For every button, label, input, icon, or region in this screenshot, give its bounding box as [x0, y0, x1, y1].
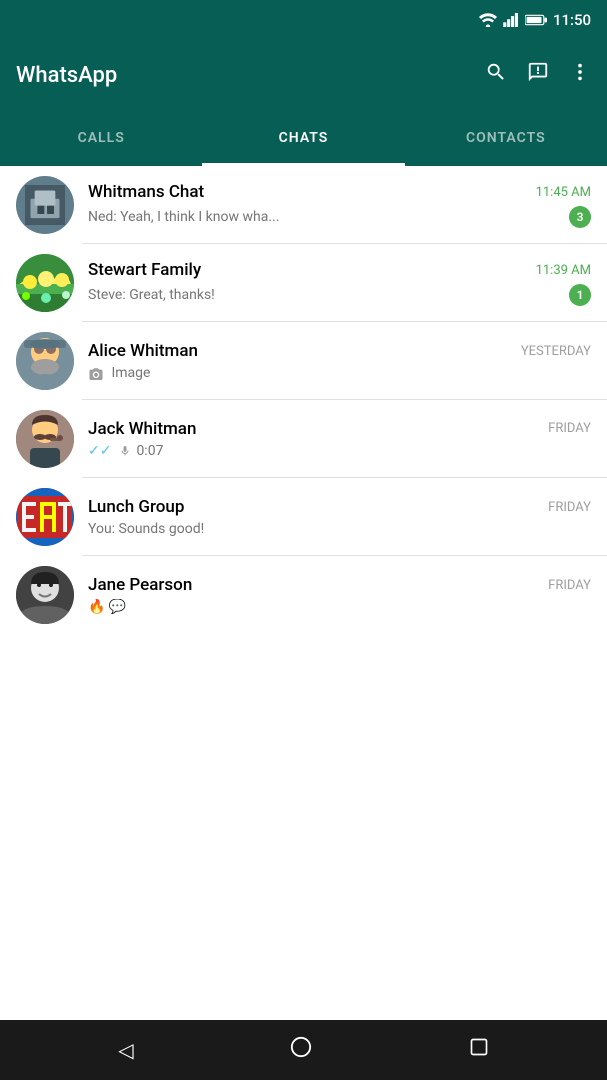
home-button[interactable]: [290, 1036, 312, 1064]
tab-contacts[interactable]: CONTACTS: [405, 110, 607, 166]
chat-name-alice: Alice Whitman: [88, 341, 198, 361]
double-check-icon: ✓✓: [88, 443, 111, 459]
chat-preview-alice: Image: [88, 365, 591, 381]
chat-time-lunch: FRIDAY: [548, 500, 591, 515]
avatar-lunch: [16, 488, 74, 546]
app-title: WhatsApp: [16, 63, 473, 88]
chat-item-jack[interactable]: Jack Whitman FRIDAY ✓✓ 0:07: [0, 400, 607, 478]
avatar-whitmans: [16, 176, 74, 234]
header-actions: [485, 61, 591, 89]
chat-time-jane: FRIDAY: [548, 578, 591, 593]
chat-content-jack: Jack Whitman FRIDAY ✓✓ 0:07: [88, 419, 591, 459]
signal-icon: [503, 13, 519, 27]
chat-content-lunch: Lunch Group FRIDAY You: Sounds good!: [88, 497, 591, 537]
chat-name-stewart: Stewart Family: [88, 260, 201, 280]
chat-item-whitmans[interactable]: Whitmans Chat 11:45 AM Ned: Yeah, I thin…: [0, 166, 607, 244]
chat-time-whitmans: 11:45 AM: [536, 185, 591, 200]
mic-icon: [119, 443, 131, 459]
chat-preview-stewart: Steve: Great, thanks!: [88, 287, 561, 303]
chat-name-lunch: Lunch Group: [88, 497, 184, 517]
chat-preview-whitmans: Ned: Yeah, I think I know wha...: [88, 209, 561, 225]
chat-preview-jane: 🔥 💬: [88, 599, 591, 615]
chat-item-stewart[interactable]: Stewart Family 11:39 AM Steve: Great, th…: [0, 244, 607, 322]
chat-time-alice: YESTERDAY: [521, 344, 591, 359]
chat-item-lunch[interactable]: Lunch Group FRIDAY You: Sounds good!: [0, 478, 607, 556]
chat-badge-stewart: 1: [569, 284, 591, 306]
battery-icon: [525, 14, 547, 26]
avatar-stewart: [16, 254, 74, 312]
chat-preview-jack: ✓✓ 0:07: [88, 443, 591, 459]
chat-time-stewart: 11:39 AM: [536, 263, 591, 278]
avatar-jack: [16, 410, 74, 468]
navigation-bar: ◁: [0, 1020, 607, 1080]
wifi-icon: [479, 13, 497, 27]
chat-item-jane[interactable]: Jane Pearson FRIDAY 🔥 💬: [0, 556, 607, 634]
chat-list: Whitmans Chat 11:45 AM Ned: Yeah, I thin…: [0, 166, 607, 1020]
status-time: 11:50: [553, 11, 591, 29]
avatar-jane: [16, 566, 74, 624]
more-options-icon[interactable]: [569, 61, 591, 89]
chat-content-stewart: Stewart Family 11:39 AM Steve: Great, th…: [88, 260, 591, 306]
chat-name-jack: Jack Whitman: [88, 419, 196, 439]
camera-icon: [88, 367, 104, 380]
tab-calls[interactable]: CALLS: [0, 110, 202, 166]
chat-time-jack: FRIDAY: [548, 421, 591, 436]
back-button[interactable]: ◁: [118, 1038, 133, 1062]
avatar-alice: [16, 332, 74, 390]
chat-content-whitmans: Whitmans Chat 11:45 AM Ned: Yeah, I thin…: [88, 182, 591, 228]
status-icons: 11:50: [479, 11, 591, 29]
chat-preview-lunch: You: Sounds good!: [88, 521, 591, 537]
chat-item-alice[interactable]: Alice Whitman YESTERDAY Image: [0, 322, 607, 400]
recents-button[interactable]: [469, 1037, 489, 1063]
chat-name-jane: Jane Pearson: [88, 575, 192, 595]
chat-name-whitmans: Whitmans Chat: [88, 182, 204, 202]
tab-chats[interactable]: CHATS: [202, 110, 404, 166]
search-icon[interactable]: [485, 61, 507, 89]
app-header: WhatsApp: [0, 40, 607, 110]
new-chat-icon[interactable]: [527, 61, 549, 89]
status-bar: 11:50: [0, 0, 607, 40]
chat-badge-whitmans: 3: [569, 206, 591, 228]
chat-content-alice: Alice Whitman YESTERDAY Image: [88, 341, 591, 381]
tab-bar: CALLS CHATS CONTACTS: [0, 110, 607, 166]
chat-content-jane: Jane Pearson FRIDAY 🔥 💬: [88, 575, 591, 615]
